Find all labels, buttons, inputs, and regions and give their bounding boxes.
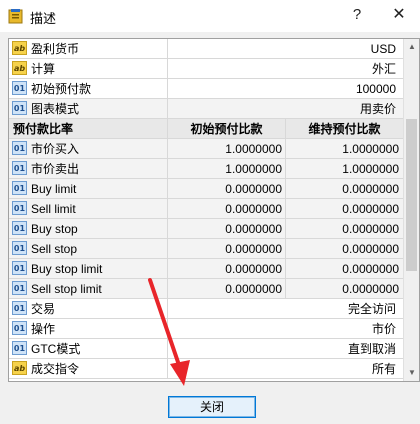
property-label: 成交指令 [31, 362, 80, 376]
numeric-field-icon: 01 [12, 321, 27, 335]
initial-margin-value: 0.0000000 [167, 219, 285, 239]
numeric-field-icon: 01 [12, 201, 27, 215]
initial-margin-value: 0.0000000 [167, 259, 285, 279]
property-row[interactable]: 01 GTC模式 直到取消 [9, 339, 403, 359]
maintenance-margin-value: 0.0000000 [285, 179, 403, 199]
numeric-field-icon: 01 [12, 241, 27, 255]
maintenance-margin-value: 0.0000000 [285, 259, 403, 279]
numeric-field-icon: 01 [12, 281, 27, 295]
margin-table-row[interactable]: 01 Sell stop 0.0000000 0.0000000 [9, 239, 403, 259]
window-title: 描述 [30, 11, 57, 26]
specification-grid: ab 盈利货币 USD ab 计算 外汇 01 初始预付款 100000 01 图表模式 用卖价 预付款… [8, 38, 420, 382]
help-button[interactable]: ? [346, 4, 368, 26]
property-value: 直到取消 [167, 339, 399, 359]
property-row[interactable]: 01 图表模式 用卖价 [9, 99, 403, 119]
property-label: 计算 [31, 62, 56, 76]
margin-table-row[interactable]: 01 Buy stop limit 0.0000000 0.0000000 [9, 259, 403, 279]
title-bar: 描述 ? ✕ [0, 0, 420, 32]
margin-table-row[interactable]: 01 市价卖出 1.0000000 1.0000000 [9, 159, 403, 179]
margin-row-label: Sell stop limit [31, 282, 102, 296]
margin-row-label: 市价卖出 [31, 162, 80, 176]
property-label: 盈利货币 [31, 42, 80, 56]
margin-row-label: Sell limit [31, 202, 76, 216]
initial-margin-header: 初始预付比款 [167, 119, 285, 139]
property-value: 外汇 [167, 59, 399, 79]
margin-row-label: Sell stop [31, 242, 78, 256]
margin-table-row[interactable]: 01 Buy stop 0.0000000 0.0000000 [9, 219, 403, 239]
margin-row-label: 市价买入 [31, 142, 80, 156]
margin-row-label: Buy stop limit [31, 262, 103, 276]
initial-margin-value: 1.0000000 [167, 139, 285, 159]
margin-row-label: Buy limit [31, 182, 77, 196]
initial-margin-value: 0.0000000 [167, 199, 285, 219]
numeric-field-icon: 01 [12, 161, 27, 175]
initial-margin-value: 0.0000000 [167, 239, 285, 259]
initial-margin-value: 1.0000000 [167, 159, 285, 179]
maintenance-margin-value: 0.0000000 [285, 199, 403, 219]
property-label: 交易 [31, 302, 56, 316]
scroll-down-icon[interactable]: ▼ [404, 365, 419, 381]
numeric-field-icon: 01 [12, 181, 27, 195]
numeric-field-icon: 01 [12, 261, 27, 275]
initial-margin-value: 0.0000000 [167, 179, 285, 199]
scroll-up-icon[interactable]: ▲ [404, 39, 419, 55]
margin-table-row[interactable]: 01 市价买入 1.0000000 1.0000000 [9, 139, 403, 159]
numeric-field-icon: 01 [12, 221, 27, 235]
property-row[interactable]: 01 初始预付款 100000 [9, 79, 403, 99]
numeric-field-icon: 01 [12, 341, 27, 355]
property-row[interactable]: ab 成交指令 所有 [9, 359, 403, 379]
property-label: 图表模式 [31, 102, 80, 116]
maintenance-margin-value: 0.0000000 [285, 239, 403, 259]
maintenance-margin-value: 1.0000000 [285, 159, 403, 179]
text-field-icon: ab [12, 361, 27, 375]
close-button[interactable]: 关闭 [168, 396, 256, 418]
property-value: 所有 [167, 359, 399, 379]
scroll-thumb[interactable] [406, 119, 417, 271]
numeric-field-icon: 01 [12, 141, 27, 155]
margin-table-row[interactable]: 01 Sell stop limit 0.0000000 0.0000000 [9, 279, 403, 299]
property-label: GTC模式 [31, 342, 81, 356]
property-row[interactable]: ab 盈利货币 USD [9, 39, 403, 59]
text-field-icon: ab [12, 41, 27, 55]
vertical-scrollbar[interactable]: ▲ ▼ [403, 39, 419, 381]
numeric-field-icon: 01 [12, 301, 27, 315]
property-label: 操作 [31, 322, 56, 336]
property-row[interactable]: ab 计算 外汇 [9, 59, 403, 79]
property-value: 用卖价 [167, 99, 399, 119]
maintenance-margin-header: 维持预付比款 [285, 119, 403, 139]
maintenance-margin-value: 0.0000000 [285, 219, 403, 239]
numeric-field-icon: 01 [12, 81, 27, 95]
margin-table-header: 预付款比率 初始预付比款 维持预付比款 [9, 119, 403, 139]
property-value: 100000 [167, 79, 399, 99]
maintenance-margin-value: 0.0000000 [285, 279, 403, 299]
app-icon [8, 9, 23, 24]
initial-margin-value: 0.0000000 [167, 279, 285, 299]
margin-row-label: Buy stop [31, 222, 78, 236]
numeric-field-icon: 01 [12, 101, 27, 115]
close-icon[interactable]: ✕ [388, 4, 410, 26]
property-label: 初始预付款 [31, 82, 92, 96]
margin-table-row[interactable]: 01 Sell limit 0.0000000 0.0000000 [9, 199, 403, 219]
text-field-icon: ab [12, 61, 27, 75]
margin-ratio-header: 预付款比率 [13, 122, 74, 136]
maintenance-margin-value: 1.0000000 [285, 139, 403, 159]
property-row[interactable]: 01 操作 市价 [9, 319, 403, 339]
property-value: 市价 [167, 319, 399, 339]
margin-table-row[interactable]: 01 Buy limit 0.0000000 0.0000000 [9, 179, 403, 199]
property-value: 完全访问 [167, 299, 399, 319]
property-row[interactable]: 01 交易 完全访问 [9, 299, 403, 319]
property-value: USD [167, 39, 399, 59]
